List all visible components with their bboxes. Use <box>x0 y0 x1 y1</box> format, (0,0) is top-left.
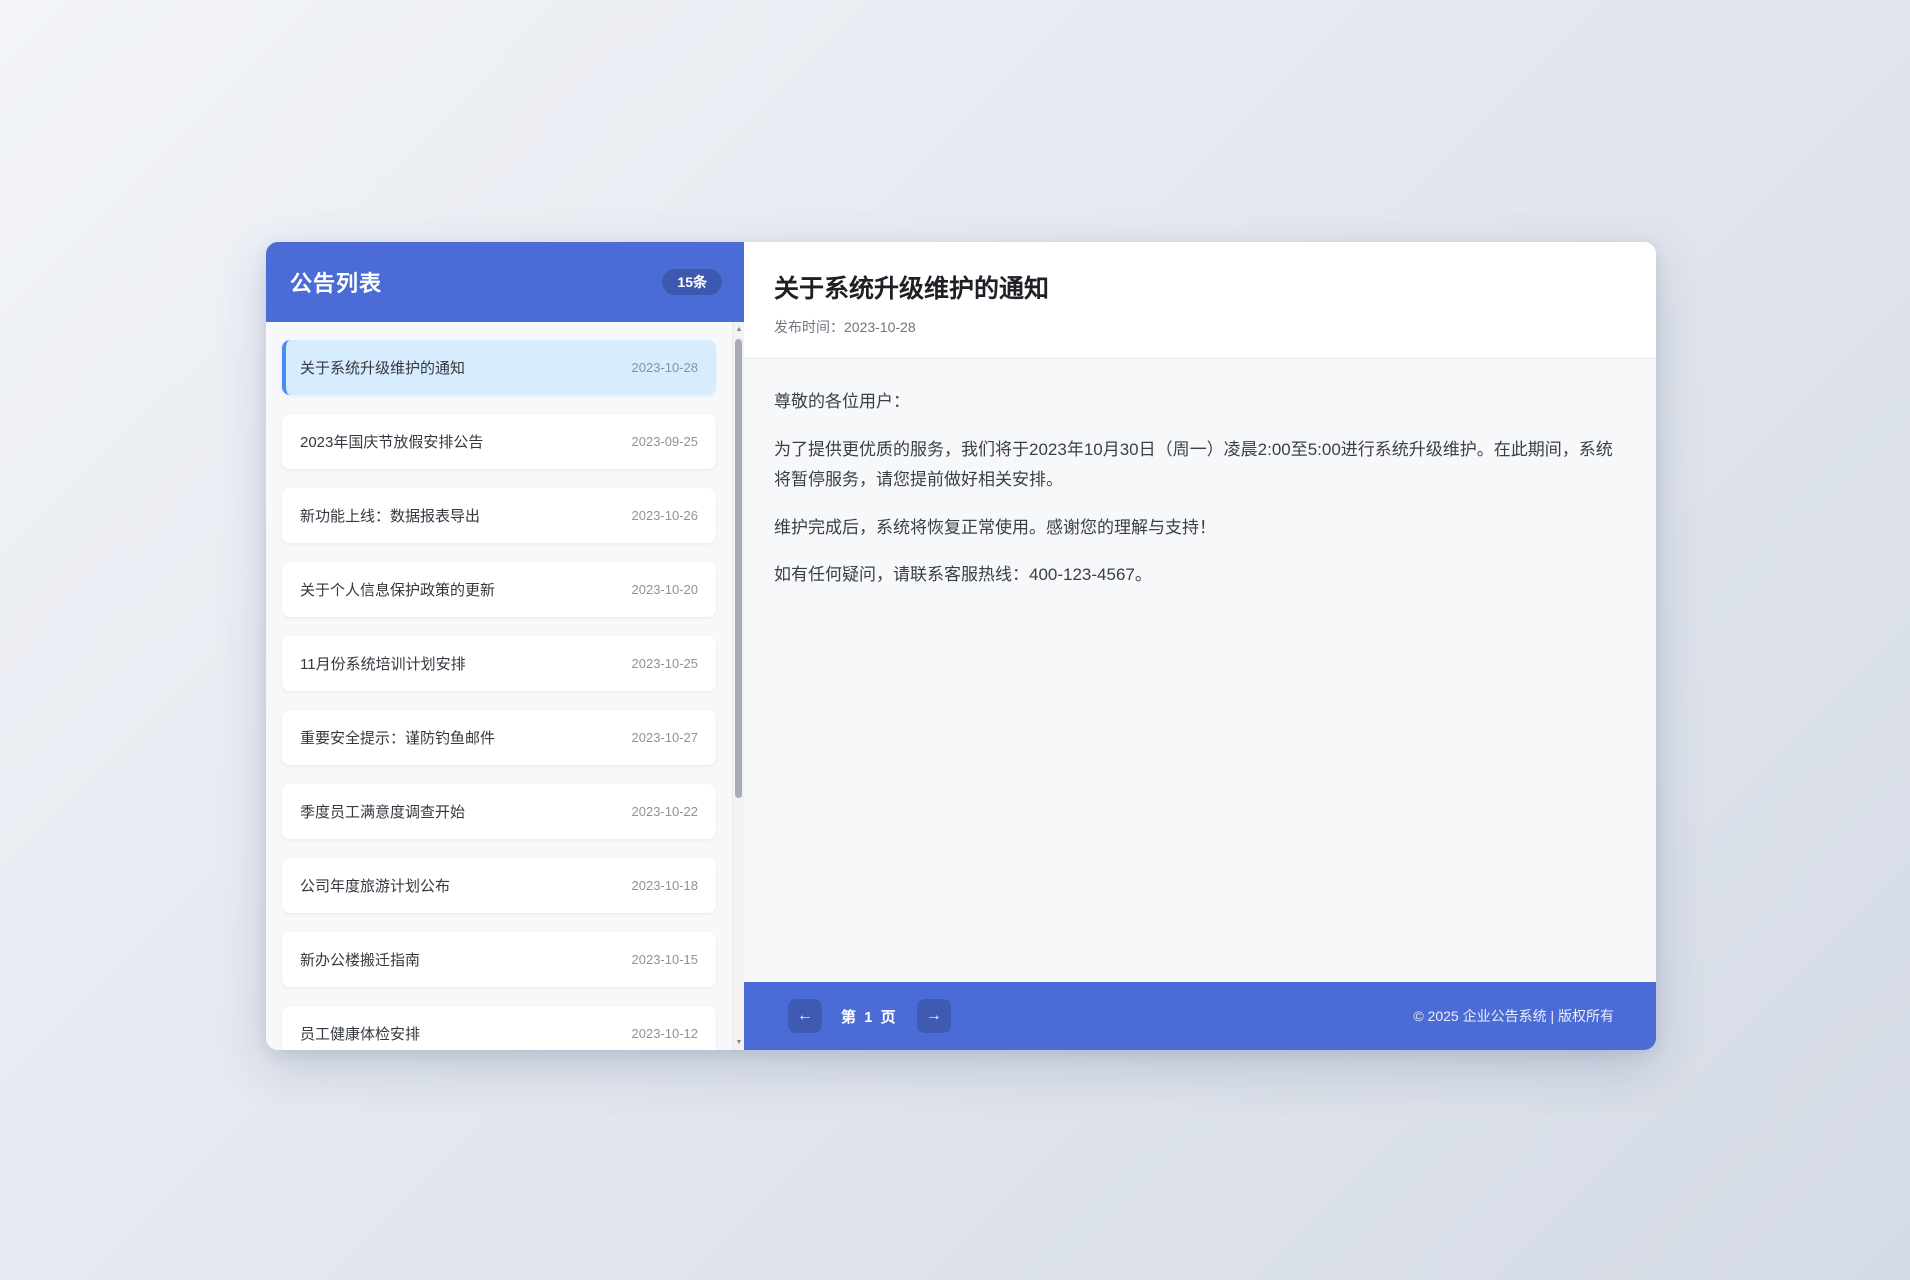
scroll-down-icon[interactable]: ▼ <box>733 1035 744 1050</box>
sidebar-title: 公告列表 <box>290 266 382 298</box>
announcement-list-item[interactable]: 公司年度旅游计划公布 2023-10-18 <box>282 858 716 913</box>
announcement-item-title: 新办公楼搬迁指南 <box>300 949 420 970</box>
announcement-detail-title: 关于系统升级维护的通知 <box>774 269 1626 305</box>
announcement-list-item[interactable]: 关于个人信息保护政策的更新 2023-10-20 <box>282 562 716 617</box>
prev-page-button[interactable]: ← <box>788 999 822 1033</box>
announcement-item-date: 2023-10-25 <box>632 656 699 671</box>
announcement-item-title: 2023年国庆节放假安排公告 <box>300 431 483 452</box>
scrollbar-thumb[interactable] <box>735 339 742 798</box>
body-paragraph: 尊敬的各位用户： <box>774 387 1626 418</box>
announcement-item-date: 2023-10-26 <box>632 508 699 523</box>
announcement-item-title: 公司年度旅游计划公布 <box>300 875 450 896</box>
announcement-list-items: 关于系统升级维护的通知 2023-10-28 2023年国庆节放假安排公告 20… <box>266 322 732 1050</box>
announcement-list-item[interactable]: 新功能上线：数据报表导出 2023-10-26 <box>282 488 716 543</box>
next-page-button[interactable]: → <box>917 999 951 1033</box>
announcement-item-date: 2023-10-22 <box>632 804 699 819</box>
list-scrollbar[interactable]: ▲ ▼ <box>732 322 744 1050</box>
announcement-item-title: 关于个人信息保护政策的更新 <box>300 579 495 600</box>
main-panel: 关于系统升级维护的通知 发布时间：2023-10-28 尊敬的各位用户： 为了提… <box>744 242 1656 1050</box>
body-paragraph: 维护完成后，系统将恢复正常使用。感谢您的理解与支持！ <box>774 513 1626 544</box>
announcement-list: 关于系统升级维护的通知 2023-10-28 2023年国庆节放假安排公告 20… <box>266 322 744 1050</box>
sidebar: 公告列表 15条 关于系统升级维护的通知 2023-10-28 2023年国庆节… <box>266 242 744 1050</box>
announcement-list-item[interactable]: 季度员工满意度调查开始 2023-10-22 <box>282 784 716 839</box>
announcement-list-item[interactable]: 11月份系统培训计划安排 2023-10-25 <box>282 636 716 691</box>
announcement-item-title: 关于系统升级维护的通知 <box>300 357 465 378</box>
announcement-item-date: 2023-10-27 <box>632 730 699 745</box>
announcement-item-date: 2023-10-20 <box>632 582 699 597</box>
announcement-list-item[interactable]: 新办公楼搬迁指南 2023-10-15 <box>282 932 716 987</box>
announcement-app-card: 公告列表 15条 关于系统升级维护的通知 2023-10-28 2023年国庆节… <box>266 242 1656 1050</box>
footer-bar: ← 第 1 页 → © 2025 企业公告系统 | 版权所有 <box>744 982 1656 1050</box>
announcement-count-badge: 15条 <box>662 269 722 295</box>
announcement-item-title: 重要安全提示：谨防钓鱼邮件 <box>300 727 495 748</box>
announcement-item-title: 季度员工满意度调查开始 <box>300 801 465 822</box>
published-date: 发布时间：2023-10-28 <box>774 317 1626 337</box>
sidebar-header: 公告列表 15条 <box>266 242 744 322</box>
page-indicator: 第 1 页 <box>841 1006 898 1027</box>
announcement-detail-header: 关于系统升级维护的通知 发布时间：2023-10-28 <box>744 242 1656 359</box>
body-paragraph: 如有任何疑问，请联系客服热线：400-123-4567。 <box>774 560 1626 591</box>
announcement-item-date: 2023-10-28 <box>632 360 699 375</box>
pagination: ← 第 1 页 → <box>788 999 951 1033</box>
announcement-item-title: 新功能上线：数据报表导出 <box>300 505 480 526</box>
announcement-item-title: 员工健康体检安排 <box>300 1023 420 1044</box>
announcement-list-item[interactable]: 2023年国庆节放假安排公告 2023-09-25 <box>282 414 716 469</box>
scroll-up-icon[interactable]: ▲ <box>733 322 744 337</box>
announcement-item-date: 2023-10-15 <box>632 952 699 967</box>
body-paragraph: 为了提供更优质的服务，我们将于2023年10月30日（周一）凌晨2:00至5:0… <box>774 435 1626 496</box>
announcement-item-date: 2023-10-18 <box>632 878 699 893</box>
announcement-item-title: 11月份系统培训计划安排 <box>300 653 466 674</box>
announcement-list-item[interactable]: 重要安全提示：谨防钓鱼邮件 2023-10-27 <box>282 710 716 765</box>
announcement-item-date: 2023-10-12 <box>632 1026 699 1041</box>
announcement-item-date: 2023-09-25 <box>632 434 699 449</box>
announcement-body: 尊敬的各位用户： 为了提供更优质的服务，我们将于2023年10月30日（周一）凌… <box>744 359 1656 982</box>
copyright-text: © 2025 企业公告系统 | 版权所有 <box>1413 1006 1614 1026</box>
announcement-list-item[interactable]: 员工健康体检安排 2023-10-12 <box>282 1006 716 1050</box>
announcement-list-item[interactable]: 关于系统升级维护的通知 2023-10-28 <box>282 340 716 395</box>
